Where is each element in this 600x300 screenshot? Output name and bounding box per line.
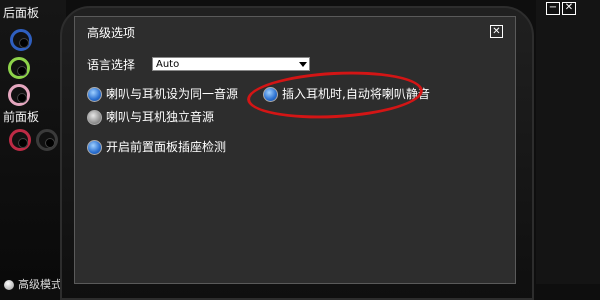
advanced-mode-radio[interactable] [4, 280, 14, 290]
option-label: 开启前置面板插座检测 [106, 140, 227, 154]
language-label: 语言选择 [87, 58, 136, 72]
language-select-value: Auto [156, 59, 180, 70]
advanced-options-dialog: 高级选项 ✕ 语言选择 Auto 喇叭与耳机设为同一音源 喇叭与耳机独立音源 开… [74, 16, 516, 284]
minimize-button[interactable]: − [546, 2, 560, 15]
jack-panel: 后面板 前面板 高级模式 [0, 0, 66, 291]
rear-panel-label: 后面板 [3, 6, 40, 20]
rear-jack-green[interactable] [8, 57, 30, 79]
front-jack-black[interactable] [36, 129, 58, 151]
window-close-button[interactable]: ✕ [562, 2, 576, 15]
dialog-close-button[interactable]: ✕ [490, 25, 503, 38]
rear-jack-pink[interactable] [8, 84, 30, 106]
option-front-jack-detect[interactable]: 开启前置面板插座检测 [87, 138, 226, 155]
rear-jack-blue[interactable] [10, 29, 32, 51]
front-panel-label: 前面板 [3, 110, 40, 124]
option-independent-source[interactable]: 喇叭与耳机独立音源 [87, 108, 214, 125]
right-edge-area [536, 0, 600, 284]
option-label: 喇叭与耳机设为同一音源 [106, 87, 239, 101]
option-label: 喇叭与耳机独立音源 [106, 110, 215, 124]
language-select[interactable]: Auto [152, 57, 310, 71]
chevron-down-icon [299, 62, 307, 67]
front-jack-red[interactable] [9, 129, 31, 151]
option-same-source[interactable]: 喇叭与耳机设为同一音源 [87, 85, 238, 102]
independent-source-radio[interactable] [87, 110, 102, 125]
advanced-mode-toggle[interactable]: 高级模式 [4, 276, 62, 292]
same-source-radio[interactable] [87, 87, 102, 102]
dialog-title: 高级选项 [87, 26, 136, 40]
front-jack-detect-radio[interactable] [87, 140, 102, 155]
advanced-mode-label: 高级模式 [18, 278, 62, 291]
